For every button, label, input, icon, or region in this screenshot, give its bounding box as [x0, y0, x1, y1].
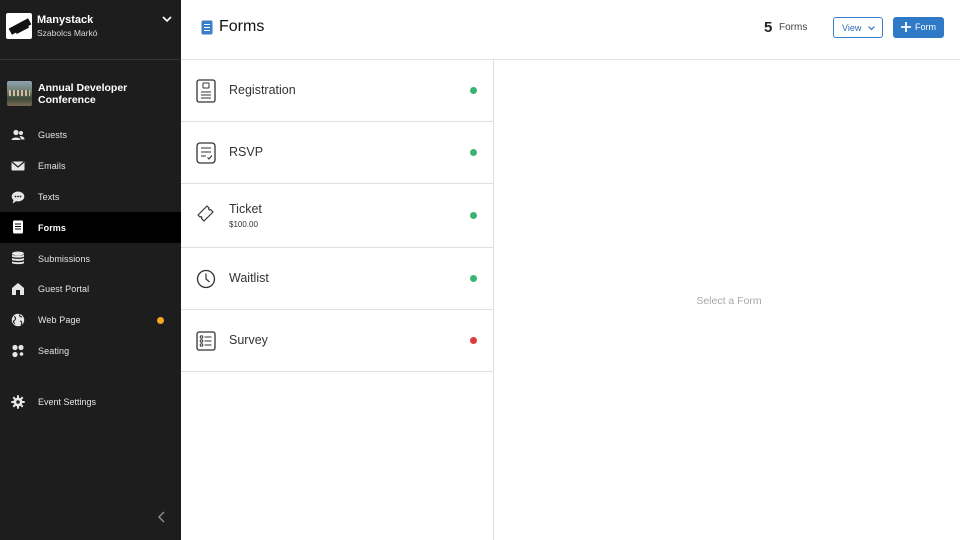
status-dot [470, 149, 477, 156]
chevron-down-icon[interactable] [160, 13, 174, 25]
org-name: Manystack [37, 14, 94, 26]
survey-icon [196, 331, 216, 351]
sidebar-item-forms[interactable]: Forms [0, 212, 181, 244]
sidebar-item-label: Texts [38, 191, 60, 202]
home-icon [12, 282, 24, 295]
ticket-icon [197, 205, 214, 222]
status-dot [470, 337, 477, 344]
status-dot [470, 212, 477, 219]
user-name: Szabolcs Markó [37, 28, 98, 38]
sidebar-item-label: Seating [38, 345, 70, 356]
form-document-icon [13, 220, 23, 234]
envelope-icon [11, 161, 25, 171]
gear-icon [11, 395, 25, 409]
registration-icon [196, 79, 216, 103]
sidebar-item-label: Web Page [38, 315, 81, 326]
form-name: Registration [229, 83, 296, 97]
list-item-rsvp[interactable]: RSVP [181, 122, 493, 184]
add-form-label: Form [915, 22, 936, 32]
forms-count: 5 [764, 19, 773, 36]
org-logo [6, 13, 32, 39]
sidebar-item-label: Submissions [38, 253, 91, 264]
sidebar-item-emails[interactable]: Emails [0, 151, 181, 182]
users-icon [11, 129, 25, 140]
sidebar-nav: Guests Emails Texts Forms Submissions Gu… [0, 120, 181, 366]
forms-list: Registration RSVP Ticket $100.00 Waitlis… [181, 60, 494, 540]
form-name: Ticket [229, 202, 262, 216]
sidebar: Manystack Szabolcs Markó Annual Develope… [0, 0, 181, 540]
sidebar-item-event-settings[interactable]: Event Settings [0, 387, 181, 417]
chevron-down-icon [868, 26, 875, 31]
chat-bubble-icon [11, 191, 25, 204]
sidebar-item-guest-portal[interactable]: Guest Portal [0, 274, 181, 305]
seating-icon [12, 344, 24, 357]
chevron-left-icon[interactable] [156, 510, 168, 524]
form-document-icon [201, 20, 213, 35]
sidebar-item-web-page[interactable]: Web Page [0, 305, 181, 336]
forms-count-label: Forms [779, 22, 808, 33]
plus-icon [901, 22, 911, 32]
add-form-button[interactable]: Form [893, 17, 944, 38]
sidebar-item-label: Forms [38, 222, 67, 233]
sidebar-item-label: Guest Portal [38, 284, 90, 295]
database-icon [12, 251, 24, 265]
sidebar-item-label: Guests [38, 130, 68, 141]
sidebar-divider [0, 59, 181, 60]
sidebar-item-label: Emails [38, 161, 66, 172]
ticket-price: $100.00 [229, 220, 258, 229]
status-dot [470, 275, 477, 282]
globe-icon [11, 313, 25, 326]
view-dropdown-button[interactable]: View [833, 17, 883, 38]
sidebar-item-texts[interactable]: Texts [0, 182, 181, 213]
view-button-label: View [842, 22, 862, 33]
sidebar-item-seating[interactable]: Seating [0, 336, 181, 367]
list-item-ticket[interactable]: Ticket $100.00 [181, 184, 493, 248]
event-header[interactable]: Annual Developer Conference [7, 81, 177, 107]
empty-state-text: Select a Form [696, 295, 762, 307]
form-name: RSVP [229, 145, 264, 159]
org-switcher[interactable]: Manystack Szabolcs Markó [6, 13, 176, 41]
form-detail-pane: Select a Form [494, 60, 960, 540]
form-name: Survey [229, 333, 268, 347]
clock-icon [196, 269, 216, 289]
sidebar-item-label: Event Settings [38, 397, 97, 407]
page-title: Forms [219, 18, 265, 35]
event-title: Annual Developer Conference [38, 82, 128, 106]
event-thumbnail [7, 81, 32, 106]
sidebar-item-submissions[interactable]: Submissions [0, 243, 181, 274]
list-item-survey[interactable]: Survey [181, 310, 493, 372]
list-item-waitlist[interactable]: Waitlist [181, 248, 493, 310]
page-header: Forms 5 Forms View Form [181, 0, 960, 60]
checklist-icon [196, 142, 216, 164]
notification-badge [157, 316, 164, 324]
form-name: Waitlist [229, 271, 269, 285]
list-item-registration[interactable]: Registration [181, 60, 493, 122]
sidebar-item-guests[interactable]: Guests [0, 120, 181, 151]
status-dot [470, 87, 477, 94]
